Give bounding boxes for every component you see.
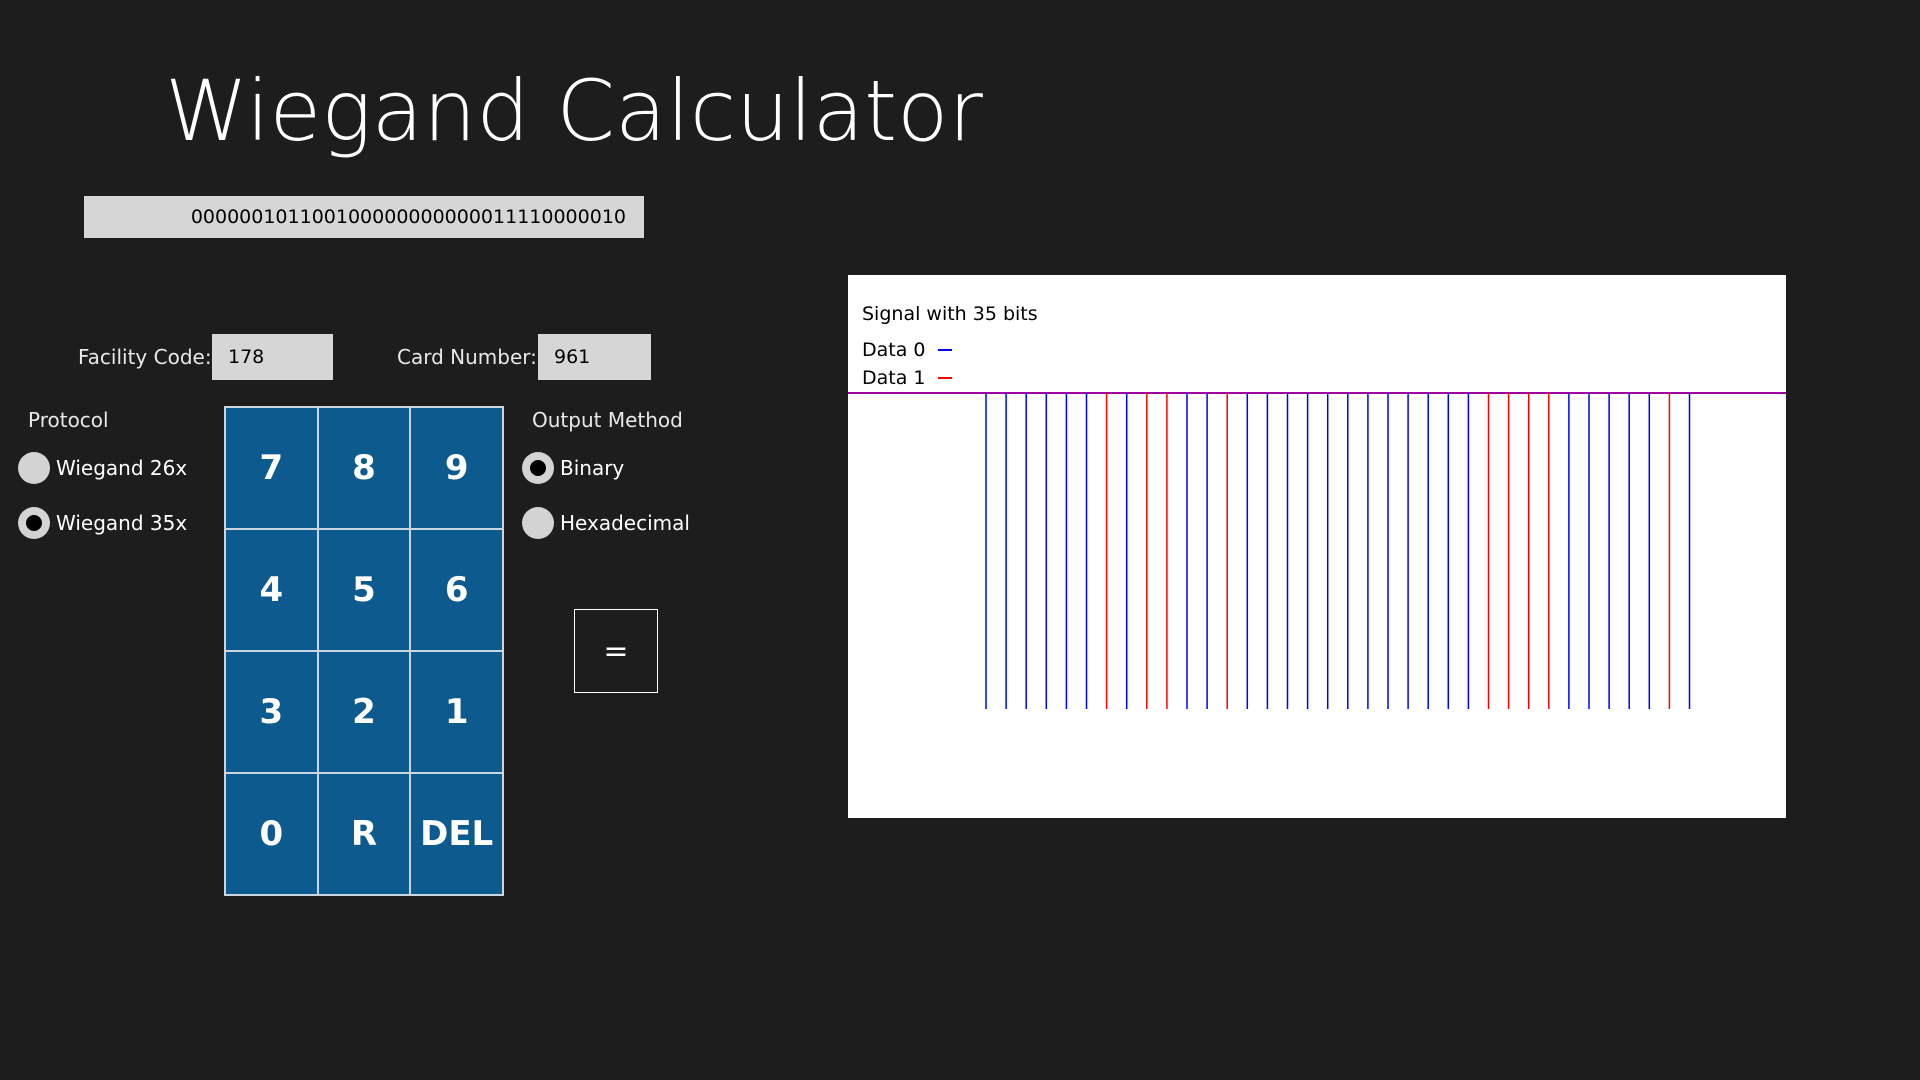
page-title: Wiegand Calculator (165, 62, 983, 160)
key-7[interactable]: 7 (225, 407, 318, 529)
signal-waveform (848, 392, 1786, 709)
radio-circle[interactable] (18, 452, 50, 484)
radio-wiegand-26x[interactable]: Wiegand 26x (18, 452, 187, 484)
signal-panel: Signal with 35 bits Data 0 Data 1 (848, 275, 1786, 818)
keypad: 7 8 9 4 5 6 3 2 1 0 R DEL (224, 406, 504, 896)
key-3[interactable]: 3 (225, 651, 318, 773)
binary-output-field: 000000101100100000000000011110000010 (84, 196, 644, 238)
key-4[interactable]: 4 (225, 529, 318, 651)
key-9[interactable]: 9 (410, 407, 503, 529)
output-method-label: Output Method (532, 408, 683, 432)
radio-label: Binary (560, 456, 625, 480)
key-8[interactable]: 8 (317, 407, 411, 529)
radio-hexadecimal[interactable]: Hexadecimal (522, 507, 690, 539)
equals-button[interactable]: = (574, 609, 658, 693)
radio-label: Wiegand 26x (56, 456, 188, 480)
key-6[interactable]: 6 (410, 529, 503, 651)
key-5[interactable]: 5 (317, 529, 411, 651)
app-window: Wiegand Calculator 000000101100100000000… (0, 0, 1920, 1080)
protocol-label: Protocol (28, 408, 109, 432)
key-reset[interactable]: R (317, 773, 411, 895)
card-number-label: Card Number: (397, 345, 537, 369)
radio-circle[interactable] (18, 507, 50, 539)
facility-code-input[interactable]: 178 (212, 334, 333, 380)
radio-binary[interactable]: Binary (522, 452, 624, 484)
facility-code-label: Facility Code: (78, 345, 212, 369)
radio-wiegand-35x[interactable]: Wiegand 35x (18, 507, 187, 539)
radio-circle[interactable] (522, 452, 554, 484)
radio-label: Hexadecimal (560, 511, 690, 535)
key-2[interactable]: 2 (317, 651, 411, 773)
radio-label: Wiegand 35x (56, 511, 188, 535)
card-number-input[interactable]: 961 (538, 334, 651, 380)
radio-circle[interactable] (522, 507, 554, 539)
key-1[interactable]: 1 (410, 651, 503, 773)
key-delete[interactable]: DEL (410, 773, 503, 895)
key-0[interactable]: 0 (225, 773, 318, 895)
